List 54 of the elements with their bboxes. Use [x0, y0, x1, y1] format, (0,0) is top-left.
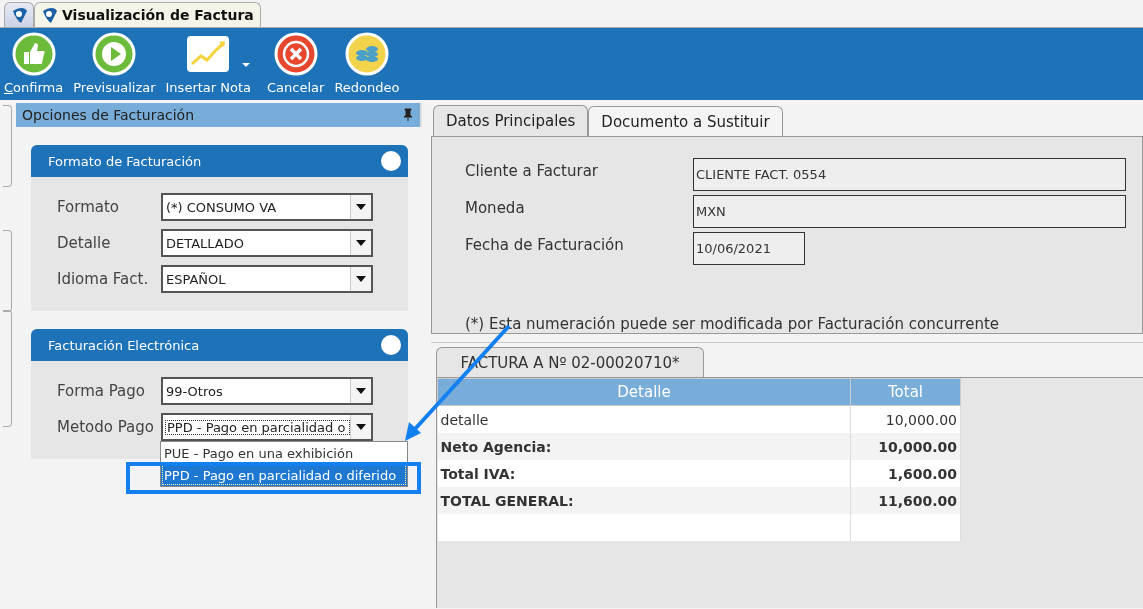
- close-icon: [273, 32, 318, 76]
- document-tab[interactable]: [4, 2, 34, 27]
- dropdown-caret-icon[interactable]: [241, 62, 251, 68]
- dropdown-field[interactable]: DETALLADO: [161, 229, 373, 257]
- table-cell: 1,600.00: [850, 460, 961, 487]
- app-logo-icon: [11, 7, 27, 23]
- table-cell: detalle: [437, 405, 851, 433]
- document-tab[interactable]: Visualización de Factura: [34, 2, 261, 27]
- dropdown-field[interactable]: 99-Otros: [161, 377, 373, 405]
- input-field[interactable]: CLIENTE FACT. 0554: [693, 158, 1126, 191]
- dropdown-option[interactable]: PPD - Pago en parcialidad o diferido: [161, 464, 407, 486]
- collapse-circle-icon[interactable]: [380, 334, 402, 356]
- coins-icon: [344, 32, 389, 76]
- toolbar-button[interactable]: Insertar Nota: [165, 32, 251, 95]
- field-label: Fecha de Facturación: [465, 235, 625, 254]
- field-label: Forma Pago: [57, 382, 146, 400]
- dropdown-field[interactable]: (*) CONSUMO VA: [161, 193, 373, 221]
- group-title: Formato de Facturación: [48, 153, 202, 169]
- toolbar-button[interactable]: Redondeo: [334, 32, 400, 95]
- table-cell: Total IVA:: [437, 460, 851, 487]
- dropdown-arrow-icon[interactable]: [356, 240, 366, 246]
- pin-icon[interactable]: [402, 108, 414, 122]
- group-title: Facturación Electrónica: [48, 337, 200, 353]
- dropdown-option[interactable]: PUE - Pago en una exhibición: [161, 442, 407, 464]
- field-label: Cliente a Facturar: [465, 161, 599, 180]
- table-cell: Neto Agencia:: [437, 433, 851, 460]
- app-logo-icon: [41, 7, 57, 23]
- input-field[interactable]: MXN: [693, 195, 1126, 228]
- toolbar-button[interactable]: Cancelar: [267, 32, 325, 95]
- toolbar-button[interactable]: Previsualizar: [73, 32, 156, 95]
- dropdown-arrow-icon[interactable]: [356, 424, 366, 430]
- panel-title: Opciones de Facturación: [22, 107, 194, 123]
- table-cell: 10,000.00: [850, 433, 961, 460]
- field-label: Metodo Pago: [57, 418, 155, 436]
- field-label: Moneda: [465, 198, 526, 217]
- play-icon: [92, 32, 137, 76]
- dropdown-arrow-icon[interactable]: [356, 388, 366, 394]
- dropdown-arrow-icon[interactable]: [356, 204, 366, 210]
- field-label: Idioma Fact.: [57, 270, 150, 288]
- table-cell: TOTAL GENERAL:: [437, 487, 851, 514]
- tab[interactable]: Datos Principales: [433, 105, 589, 136]
- note-text: (*) Esta numeración puede ser modificada por Facturación concurrente: [465, 315, 1000, 333]
- dropdown-arrow-icon[interactable]: [356, 276, 366, 282]
- input-field[interactable]: 10/06/2021: [693, 232, 805, 265]
- tab[interactable]: Documento a Sustituir: [588, 106, 783, 136]
- dropdown-field[interactable]: ESPAÑOL: [161, 265, 373, 293]
- table-cell: 10,000.00: [850, 405, 961, 433]
- field-label: Detalle: [57, 234, 112, 252]
- dropdown-field[interactable]: PPD - Pago en parcialidad o: [161, 413, 373, 441]
- field-label: Formato: [57, 198, 121, 216]
- toolbar-button[interactable]: Confirma: [4, 32, 64, 95]
- table-cell: 11,600.00: [850, 487, 961, 514]
- collapse-circle-icon[interactable]: [380, 150, 402, 172]
- thumbs-up-icon: [11, 32, 56, 76]
